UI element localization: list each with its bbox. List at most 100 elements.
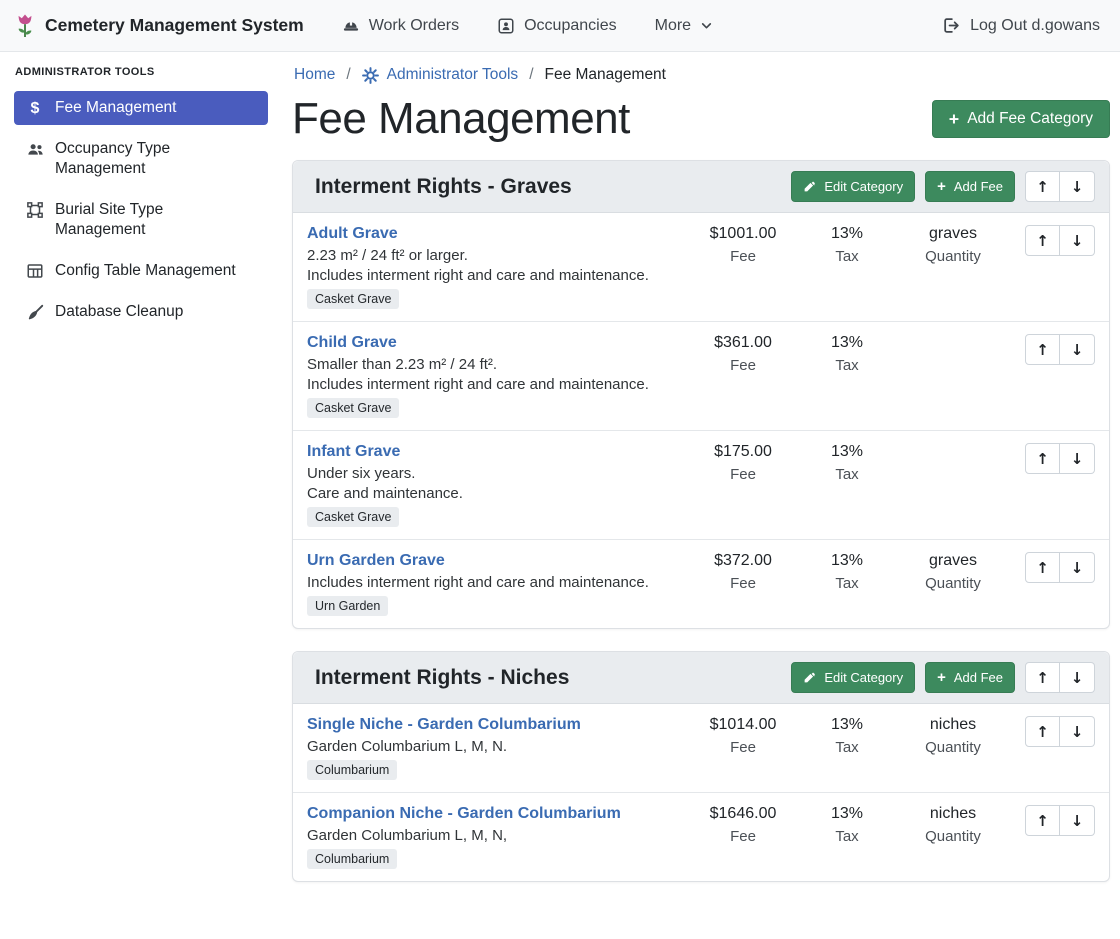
fee-tag: Casket Grave — [307, 507, 399, 527]
quantity-label: Quantity — [897, 575, 1009, 592]
logout-icon — [942, 16, 961, 35]
category-card-graves: Interment Rights - Graves Edit Category … — [292, 160, 1110, 629]
tax-label: Tax — [797, 828, 897, 845]
tax-value: 13% — [797, 716, 897, 735]
table-icon — [24, 262, 46, 280]
edit-category-label: Edit Category — [824, 670, 903, 685]
move-fee-up-button[interactable]: ↑ — [1025, 716, 1060, 747]
move-category-down-button[interactable]: ↓ — [1060, 662, 1095, 693]
fee-row: Adult Grave 2.23 m² / 24 ft² or larger. … — [293, 213, 1109, 321]
fee-row-actions: ↑ ↓ — [1025, 716, 1095, 747]
tax-cell: 13% Tax — [797, 334, 897, 374]
tax-label: Tax — [797, 248, 897, 265]
fee-name-link[interactable]: Single Niche - Garden Columbarium — [307, 716, 581, 734]
fee-amount-label: Fee — [689, 357, 797, 374]
fee-row: Single Niche - Garden Columbarium Garden… — [293, 704, 1109, 792]
fee-tag-row: Columbarium — [307, 849, 679, 869]
sidebar-item-label: Config Table Management — [55, 261, 236, 281]
move-fee-down-button[interactable]: ↓ — [1060, 716, 1095, 747]
move-fee-up-button[interactable]: ↑ — [1025, 552, 1060, 583]
breadcrumb-admin-tools-link[interactable]: Administrator Tools — [362, 66, 519, 84]
add-fee-category-button[interactable]: + Add Fee Category — [932, 100, 1110, 138]
fee-tag-row: Columbarium — [307, 760, 679, 780]
move-fee-down-button[interactable]: ↓ — [1060, 225, 1095, 256]
edit-category-button[interactable]: Edit Category — [791, 662, 915, 693]
arrow-down-icon: ↓ — [1071, 723, 1084, 741]
tax-value: 13% — [797, 805, 897, 824]
fee-tag: Urn Garden — [307, 596, 388, 616]
add-fee-label: Add Fee — [954, 179, 1003, 194]
fee-amount: $361.00 — [689, 334, 797, 353]
move-fee-up-button[interactable]: ↑ — [1025, 805, 1060, 836]
tax-cell: 13% Tax — [797, 443, 897, 483]
move-fee-down-button[interactable]: ↓ — [1060, 552, 1095, 583]
occupancy-icon — [497, 17, 515, 35]
arrow-up-icon: ↑ — [1036, 812, 1049, 830]
fee-info: Single Niche - Garden Columbarium Garden… — [307, 716, 689, 780]
move-category-up-button[interactable]: ↑ — [1025, 662, 1060, 693]
move-fee-up-button[interactable]: ↑ — [1025, 334, 1060, 365]
fee-amount-label: Fee — [689, 828, 797, 845]
fee-tag-row: Casket Grave — [307, 289, 679, 309]
move-category-up-button[interactable]: ↑ — [1025, 171, 1060, 202]
nav-more[interactable]: More — [655, 17, 713, 35]
move-fee-down-button[interactable]: ↓ — [1060, 805, 1095, 836]
fee-info: Companion Niche - Garden Columbarium Gar… — [307, 805, 689, 869]
fee-description-line: 2.23 m² / 24 ft² or larger. — [307, 247, 679, 264]
tax-label: Tax — [797, 739, 897, 756]
fee-row-actions: ↑ ↓ — [1025, 805, 1095, 836]
sidebar-item-config-table-management[interactable]: Config Table Management — [14, 254, 268, 288]
tax-label: Tax — [797, 357, 897, 374]
category-header: Interment Rights - Graves Edit Category … — [293, 161, 1109, 213]
arrow-down-icon: ↓ — [1071, 232, 1084, 250]
fee-reorder-group: ↑ ↓ — [1025, 552, 1095, 583]
move-fee-down-button[interactable]: ↓ — [1060, 334, 1095, 365]
fee-info: Urn Garden Grave Includes interment righ… — [307, 552, 689, 616]
edit-category-button[interactable]: Edit Category — [791, 171, 915, 202]
category-header: Interment Rights - Niches Edit Category … — [293, 652, 1109, 704]
fee-tag-row: Casket Grave — [307, 507, 679, 527]
arrow-down-icon: ↓ — [1071, 178, 1084, 196]
quantity-value: graves — [897, 552, 1009, 571]
fee-name-link[interactable]: Infant Grave — [307, 443, 400, 461]
arrow-up-icon: ↑ — [1036, 559, 1049, 577]
fee-row-actions: ↑ ↓ — [1025, 443, 1095, 474]
sidebar-item-fee-management[interactable]: $ Fee Management — [14, 91, 268, 125]
fee-row: Infant Grave Under six years. Care and m… — [293, 430, 1109, 539]
tulip-logo-icon — [14, 13, 36, 39]
fee-name-link[interactable]: Adult Grave — [307, 225, 398, 243]
move-fee-up-button[interactable]: ↑ — [1025, 225, 1060, 256]
fee-tag-row: Casket Grave — [307, 398, 679, 418]
fee-row: Urn Garden Grave Includes interment righ… — [293, 539, 1109, 628]
category-reorder-group: ↑ ↓ — [1025, 171, 1095, 202]
move-category-down-button[interactable]: ↓ — [1060, 171, 1095, 202]
breadcrumb-home-link[interactable]: Home — [294, 66, 335, 84]
nav-occupancies[interactable]: Occupancies — [497, 17, 617, 35]
fee-reorder-group: ↑ ↓ — [1025, 225, 1095, 256]
broom-icon — [24, 303, 46, 322]
tax-value: 13% — [797, 443, 897, 462]
fee-name-link[interactable]: Child Grave — [307, 334, 397, 352]
plus-icon: + — [937, 671, 946, 684]
add-fee-button[interactable]: + Add Fee — [925, 662, 1015, 693]
sidebar-item-burial-site-type-management[interactable]: Burial Site Type Management — [14, 193, 268, 247]
fee-tag-row: Urn Garden — [307, 596, 679, 616]
move-fee-down-button[interactable]: ↓ — [1060, 443, 1095, 474]
sidebar-item-database-cleanup[interactable]: Database Cleanup — [14, 295, 268, 329]
sidebar-heading: ADMINISTRATOR TOOLS — [15, 66, 268, 78]
fee-name-link[interactable]: Companion Niche - Garden Columbarium — [307, 805, 621, 823]
category-title: Interment Rights - Graves — [315, 175, 781, 199]
page-layout: ADMINISTRATOR TOOLS $ Fee Management Occ… — [0, 52, 1120, 939]
app-brand[interactable]: Cemetery Management System — [14, 13, 304, 39]
move-fee-up-button[interactable]: ↑ — [1025, 443, 1060, 474]
add-fee-button[interactable]: + Add Fee — [925, 171, 1015, 202]
fee-reorder-group: ↑ ↓ — [1025, 716, 1095, 747]
tax-label: Tax — [797, 466, 897, 483]
sidebar-item-occupancy-type-management[interactable]: Occupancy Type Management — [14, 132, 268, 186]
fee-description-line: Care and maintenance. — [307, 485, 679, 502]
edit-category-label: Edit Category — [824, 179, 903, 194]
logout-link[interactable]: Log Out d.gowans — [942, 16, 1100, 35]
nav-work-orders[interactable]: Work Orders — [342, 17, 459, 35]
fee-name-link[interactable]: Urn Garden Grave — [307, 552, 445, 570]
fee-description-line: Under six years. — [307, 465, 679, 482]
